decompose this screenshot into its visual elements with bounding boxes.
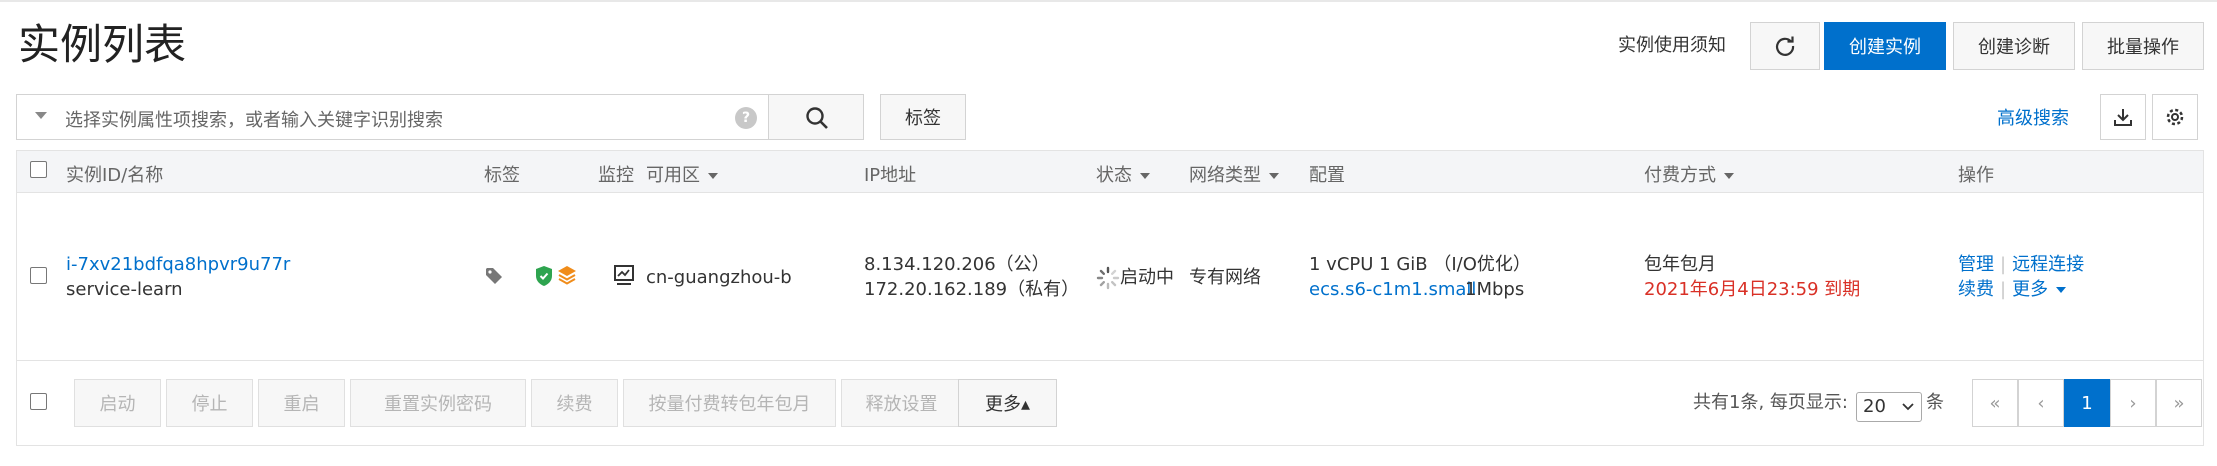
col-network[interactable]: 网络类型 xyxy=(1189,161,1279,187)
chevron-down-icon xyxy=(1140,173,1150,179)
chevron-down-icon xyxy=(1269,173,1279,179)
help-icon[interactable]: ? xyxy=(735,107,757,129)
monitor-chart-icon[interactable] xyxy=(613,264,635,286)
bandwidth: 1Mbps xyxy=(1465,279,1525,300)
col-monitor: 监控 xyxy=(598,165,634,186)
zone-value: cn-guangzhou-b xyxy=(646,267,792,288)
col-id-name: 实例ID/名称 xyxy=(66,165,164,186)
col-network-label: 网络类型 xyxy=(1189,165,1261,186)
create-diagnosis-button[interactable]: 创建诊断 xyxy=(1953,22,2075,70)
stop-button[interactable]: 停止 xyxy=(166,379,253,427)
more-actions-label: 更多 xyxy=(2012,279,2049,300)
chevron-down-icon xyxy=(2056,287,2067,293)
status-text: 启动中 xyxy=(1120,267,1174,288)
remote-connect-link[interactable]: 远程连接 xyxy=(2012,254,2084,275)
renew-button[interactable]: 续费 xyxy=(531,379,618,427)
row-checkbox[interactable] xyxy=(30,267,47,284)
chevron-down-icon xyxy=(1724,173,1734,179)
actions-line-1: 管理 | 远程连接 xyxy=(1958,252,2084,278)
instance-notice-link[interactable]: 实例使用须知 xyxy=(1618,28,1726,64)
col-tag: 标签 xyxy=(484,165,520,186)
start-button[interactable]: 启动 xyxy=(74,379,161,427)
convert-billing-button[interactable]: 按量付费转包年包月 xyxy=(623,379,836,427)
advanced-search-link[interactable]: 高级搜索 xyxy=(1997,104,2069,130)
col-status[interactable]: 状态 xyxy=(1096,161,1150,187)
attribute-dropdown-icon[interactable] xyxy=(35,112,47,119)
renew-link[interactable]: 续费 xyxy=(1958,279,1994,300)
restart-button[interactable]: 重启 xyxy=(258,379,345,427)
select-all-checkbox[interactable] xyxy=(30,161,47,178)
security-shield-icon xyxy=(536,266,552,286)
layers-icon xyxy=(558,266,576,285)
next-page-button[interactable]: › xyxy=(2110,379,2156,427)
more-button[interactable]: 更多▴ xyxy=(958,379,1057,427)
manage-link[interactable]: 管理 xyxy=(1958,254,1994,275)
config-spec: 1 vCPU 1 GiB （I/O优化） xyxy=(1309,254,1531,275)
instance-table: 实例ID/名称 标签 监控 可用区 IP地址 状态 网络类型 配置 付费方式 操… xyxy=(16,150,2204,446)
col-billing-label: 付费方式 xyxy=(1644,165,1716,186)
actions-line-2: 续费 | 更多 xyxy=(1958,277,2067,303)
table-header: 实例ID/名称 标签 监控 可用区 IP地址 状态 网络类型 配置 付费方式 操… xyxy=(17,151,2203,193)
batch-operations-button[interactable]: 批量操作 xyxy=(2082,22,2204,70)
divider: | xyxy=(2000,254,2007,275)
footer-select-all-checkbox[interactable] xyxy=(30,393,47,410)
page-size-select[interactable]: 20 xyxy=(1856,392,1922,422)
divider: | xyxy=(2000,279,2007,300)
page-1-button[interactable]: 1 xyxy=(2064,379,2110,427)
instance-id-link[interactable]: i-7xv21bdfqa8hpvr9u77r xyxy=(66,252,290,278)
refresh-button[interactable] xyxy=(1750,22,1820,70)
chevron-down-icon xyxy=(1902,403,1914,411)
page-size-unit: 条 xyxy=(1926,392,1944,413)
col-ip: IP地址 xyxy=(864,165,917,186)
col-billing[interactable]: 付费方式 xyxy=(1644,161,1734,187)
search-bar[interactable]: 选择实例属性项搜索，或者输入关键字识别搜索 ? xyxy=(16,94,770,140)
col-zone[interactable]: 可用区 xyxy=(646,161,718,187)
expiry-date: 2021年6月4日23:59 到期 xyxy=(1644,279,1861,300)
reset-password-button[interactable]: 重置实例密码 xyxy=(350,379,526,427)
col-config: 配置 xyxy=(1309,165,1345,186)
gear-icon xyxy=(2166,108,2184,126)
col-zone-label: 可用区 xyxy=(646,165,700,186)
page-title: 实例列表 xyxy=(18,20,187,69)
first-page-button[interactable]: « xyxy=(1972,379,2018,427)
billing-method: 包年包月 xyxy=(1644,254,1716,275)
table-footer: 启动 停止 重启 重置实例密码 续费 按量付费转包年包月 释放设置 更多▴ 共有… xyxy=(17,361,2203,447)
ip-public: 8.134.120.206（公） xyxy=(864,254,1050,275)
release-settings-button[interactable]: 释放设置 xyxy=(841,379,962,427)
download-icon xyxy=(2114,109,2132,126)
search-input-placeholder[interactable]: 选择实例属性项搜索，或者输入关键字识别搜索 xyxy=(65,106,443,132)
network-type: 专有网络 xyxy=(1189,267,1261,288)
col-status-label: 状态 xyxy=(1096,165,1132,186)
pagination-summary: 共有1条, 每页显示: xyxy=(1693,392,1848,413)
tag-icon[interactable] xyxy=(485,267,503,285)
chevron-down-icon xyxy=(708,173,718,179)
table-row: i-7xv21bdfqa8hpvr9u77r service-learn cn-… xyxy=(17,193,2203,361)
top-border xyxy=(0,0,2217,2)
search-button[interactable] xyxy=(768,94,864,140)
settings-button[interactable] xyxy=(2152,94,2198,140)
instance-type-link[interactable]: ecs.s6-c1m1.small xyxy=(1309,277,1476,303)
create-instance-button[interactable]: 创建实例 xyxy=(1824,22,1946,70)
search-icon xyxy=(806,107,828,129)
page-size-value: 20 xyxy=(1863,396,1886,417)
instance-name: service-learn xyxy=(66,279,183,300)
ip-private: 172.20.162.189（私有） xyxy=(864,279,1080,300)
refresh-icon xyxy=(1776,36,1795,56)
last-page-button[interactable]: » xyxy=(2156,379,2202,427)
more-actions-link[interactable]: 更多 xyxy=(2012,279,2067,300)
prev-page-button[interactable]: ‹ xyxy=(2018,379,2064,427)
col-actions: 操作 xyxy=(1958,165,1994,186)
download-button[interactable] xyxy=(2100,94,2146,140)
loading-spinner-icon xyxy=(1096,266,1120,290)
tag-filter-button[interactable]: 标签 xyxy=(880,94,966,140)
